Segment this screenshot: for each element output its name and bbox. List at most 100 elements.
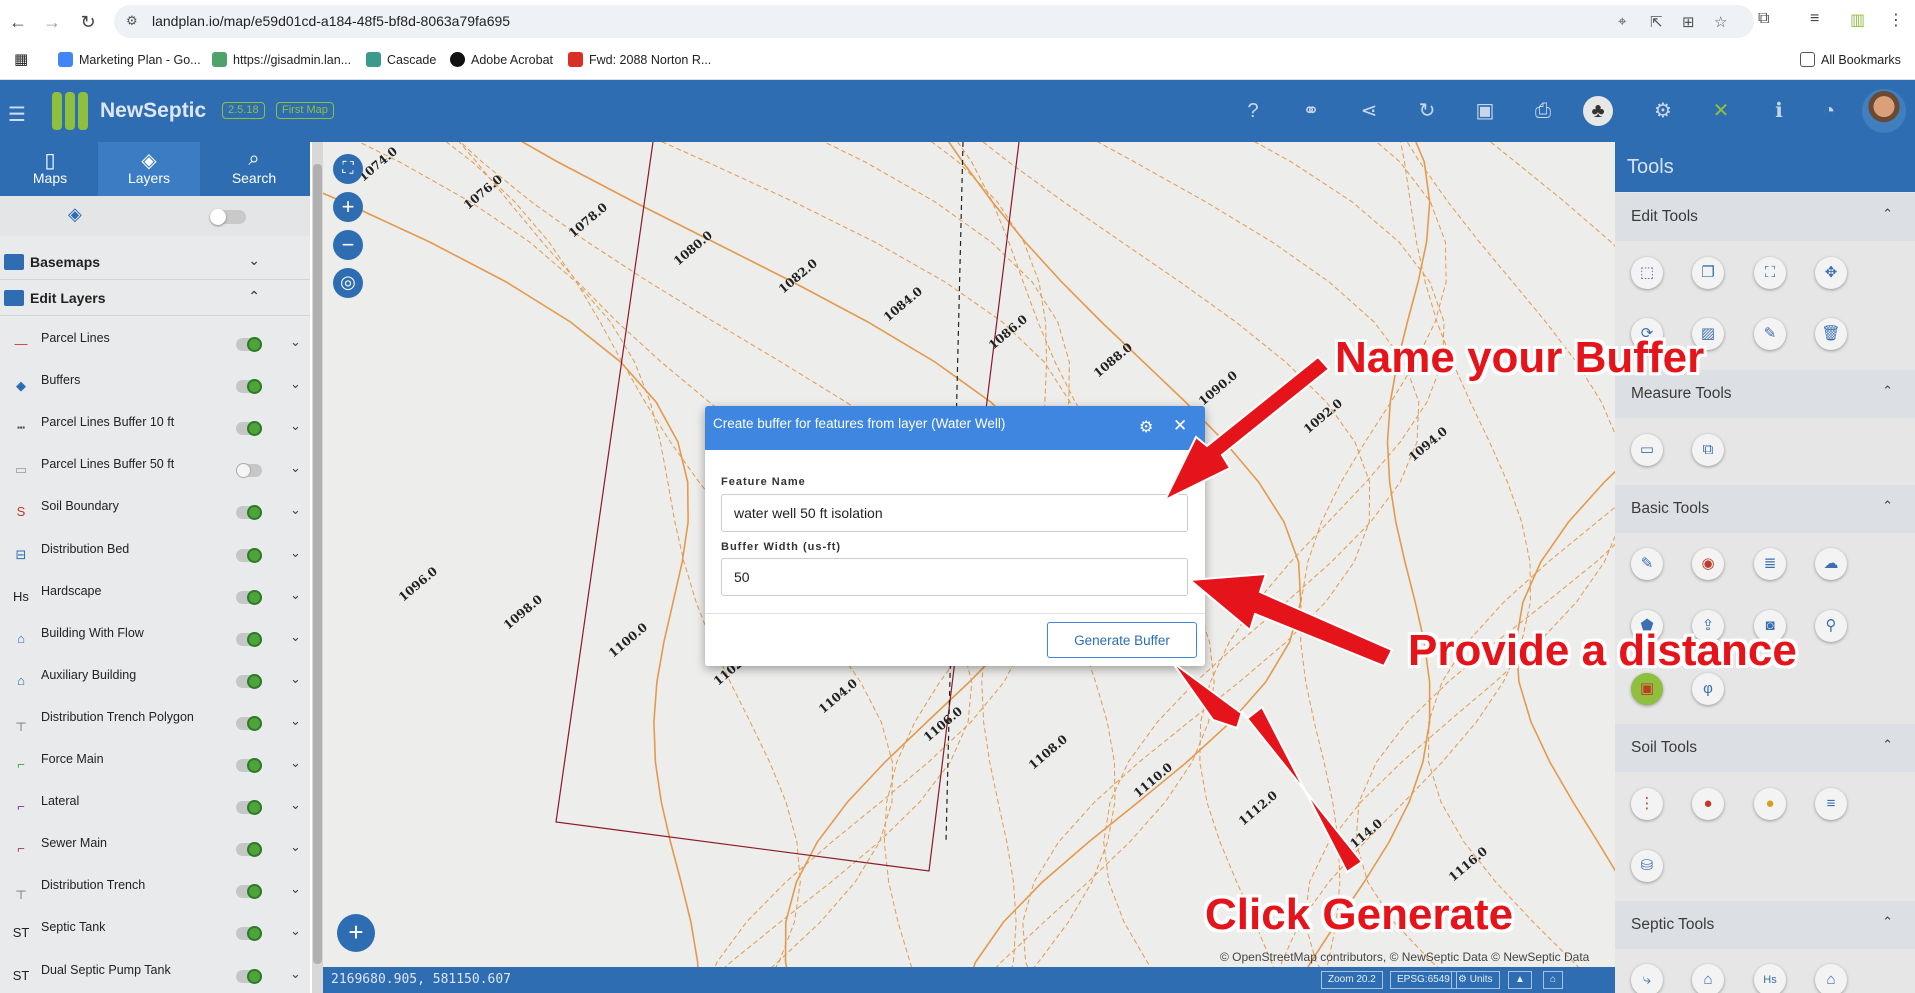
layer-visibility-toggle[interactable] <box>236 758 262 773</box>
layer-row[interactable]: ⌐ Lateral ⌄ <box>0 787 310 829</box>
brush-tool[interactable]: ✎ <box>1754 318 1786 350</box>
layer-visibility-toggle[interactable] <box>236 800 262 816</box>
select-rectangle-tool[interactable]: ⬚ <box>1631 257 1663 289</box>
soil-list-tool[interactable]: ≡ <box>1815 788 1847 820</box>
close-icon[interactable]: ✕ <box>1173 416 1187 436</box>
chevron-up-icon[interactable]: ⌃ <box>1882 383 1893 399</box>
chevron-down-icon[interactable]: ⌄ <box>290 502 301 518</box>
chevron-down-icon[interactable]: ⌄ <box>290 881 301 897</box>
select-features-tool[interactable]: ⛶ <box>1754 257 1786 289</box>
layer-row[interactable]: ST Septic Tank ⌄ <box>0 913 310 955</box>
pencil-tool[interactable]: ✎ <box>1631 548 1663 580</box>
section-edit-tools[interactable]: Edit Tools ⌃ <box>1615 193 1915 241</box>
layer-row[interactable]: ┅ Parcel Lines Buffer 10 ft ⌄ <box>0 408 310 450</box>
layer-visibility-toggle[interactable] <box>236 547 262 563</box>
buffer-tool[interactable]: ◉ <box>1692 548 1724 580</box>
chevron-down-icon[interactable]: ⌄ <box>290 418 301 434</box>
layer-visibility-toggle[interactable] <box>236 715 262 731</box>
layer-row[interactable]: ┬ Distribution Trench Polygon ⌄ <box>0 703 310 745</box>
measure-distance-tool[interactable]: ▭ <box>1631 434 1663 466</box>
chevron-down-icon[interactable]: ⌄ <box>290 966 301 982</box>
layer-row[interactable]: ⌂ Building With Flow ⌄ <box>0 619 310 661</box>
layer-row[interactable]: ST Dual Septic Pump Tank ⌄ <box>0 956 310 993</box>
chevron-down-icon[interactable]: ⌄ <box>290 376 301 392</box>
bookmark-item[interactable]: Adobe Acrobat <box>450 52 553 67</box>
browser-menu-icon[interactable]: ⋮ <box>1888 10 1904 30</box>
layer-row[interactable]: ⊟ Distribution Bed ⌄ <box>0 535 310 577</box>
refresh-icon[interactable]: ↻ <box>1414 98 1440 124</box>
layer-row[interactable]: ┬ Distribution Trench ⌄ <box>0 871 310 913</box>
layer-row[interactable]: S Soil Boundary ⌄ <box>0 492 310 534</box>
soil-point-tool[interactable]: ● <box>1692 788 1724 820</box>
text-edit-tool[interactable]: ≣ <box>1754 548 1786 580</box>
add-feature-button[interactable]: + <box>337 914 375 952</box>
section-basic-tools[interactable]: Basic Tools ⌃ <box>1615 485 1915 533</box>
chevron-down-icon[interactable]: ⌄ <box>290 797 301 813</box>
delete-tool[interactable]: 🗑 <box>1815 318 1847 350</box>
soil-boundary-tool[interactable]: ⋮ <box>1631 788 1663 820</box>
units-button[interactable]: ⚙ Units <box>1451 971 1500 989</box>
bookmark-item[interactable]: Marketing Plan - Go... <box>58 52 201 67</box>
layer-visibility-toggle[interactable] <box>236 337 262 352</box>
locate-button[interactable]: ◎ <box>333 268 363 298</box>
location-icon[interactable]: ⌖ <box>1618 13 1626 30</box>
chevron-down-icon[interactable]: ⌄ <box>290 460 301 476</box>
share-icon[interactable]: ⋖ <box>1356 98 1382 124</box>
feature-name-input[interactable] <box>721 494 1188 532</box>
bookmark-item[interactable]: Fwd: 2088 Norton R... <box>568 52 711 67</box>
save-icon[interactable]: ▣ <box>1472 98 1498 124</box>
help-icon[interactable]: ? <box>1240 98 1266 124</box>
chevron-down-icon[interactable]: ⌄ <box>290 713 301 729</box>
tools-icon[interactable]: ✕ <box>1708 98 1734 124</box>
tree-icon[interactable]: ♣ <box>1583 96 1613 126</box>
home-icon[interactable]: ⌂ <box>1543 971 1564 989</box>
bookmark-star-icon[interactable]: ☆ <box>1714 13 1727 31</box>
chevron-down-icon[interactable]: ⌄ <box>290 671 301 687</box>
layer-visibility-toggle[interactable] <box>236 421 262 437</box>
chevron-up-icon[interactable]: ⌃ <box>1882 498 1893 514</box>
layer-mode-toggle[interactable] <box>210 209 246 225</box>
gear-icon[interactable]: ⚙ <box>1139 417 1153 437</box>
layer-visibility-toggle[interactable] <box>236 463 262 479</box>
bookmark-item[interactable]: https://gisadmin.lan... <box>212 52 351 67</box>
reading-list-icon[interactable]: ≡ <box>1810 10 1819 28</box>
auxiliary-building-tool[interactable]: ⌂ <box>1815 964 1847 993</box>
chevron-down-icon[interactable]: ⌄ <box>290 587 301 603</box>
settings-icon[interactable]: ⚙ <box>1650 98 1676 124</box>
print-icon[interactable]: ⎙ <box>1530 98 1556 124</box>
install-app-icon[interactable]: ⊞ <box>1682 13 1695 31</box>
section-septic-tools[interactable]: Septic Tools ⌃ <box>1615 901 1915 949</box>
reload-icon[interactable]: ↻ <box>76 10 100 34</box>
buffer-width-input[interactable] <box>721 558 1188 596</box>
layer-row[interactable]: Hs Hardscape ⌄ <box>0 577 310 619</box>
forward-icon[interactable]: → <box>40 10 64 34</box>
open-external-icon[interactable]: ⇱ <box>1650 13 1663 31</box>
cloud-tool[interactable]: ☁ <box>1815 548 1847 580</box>
north-arrow-icon[interactable]: ▲ <box>1508 971 1532 989</box>
back-icon[interactable]: ← <box>6 10 30 34</box>
chevron-up-icon[interactable]: ⌃ <box>1882 206 1893 222</box>
chevron-down-icon[interactable]: ⌄ <box>290 923 301 939</box>
pipe-tool[interactable]: ⤷ <box>1631 964 1663 993</box>
apps-grid-icon[interactable]: ▦ <box>14 50 28 68</box>
add-layer-icon[interactable]: ◈ <box>68 204 82 225</box>
fullscreen-button[interactable]: ⛶ <box>333 154 363 184</box>
notifications-icon[interactable]: ◔ <box>1816 98 1842 124</box>
layer-visibility-toggle[interactable] <box>236 842 262 858</box>
measure-area-tool[interactable]: ⧉ <box>1692 434 1724 466</box>
tab-search[interactable]: ⌕ Search <box>204 142 304 196</box>
tab-layers[interactable]: ◈ Layers <box>98 142 200 196</box>
extensions-icon[interactable]: ⧉ <box>1758 10 1769 28</box>
zoom-in-button[interactable]: + <box>333 192 363 222</box>
layer-row[interactable]: ⌐ Sewer Main ⌄ <box>0 829 310 871</box>
layer-row[interactable]: ◆ Buffers ⌄ <box>0 366 310 408</box>
layer-row[interactable]: ⌐ Force Main ⌄ <box>0 745 310 787</box>
chevron-down-icon[interactable]: ⌄ <box>248 252 260 269</box>
layer-visibility-toggle[interactable] <box>236 673 262 689</box>
tab-maps[interactable]: ▯ Maps <box>0 142 100 196</box>
newseptic-extension-icon[interactable]: ▥ <box>1850 10 1865 30</box>
layers-scrollbar[interactable] <box>312 142 323 993</box>
layer-visibility-toggle[interactable] <box>236 926 262 942</box>
chevron-up-icon[interactable]: ⌃ <box>248 288 260 305</box>
bookmark-item[interactable]: Cascade <box>366 52 436 67</box>
